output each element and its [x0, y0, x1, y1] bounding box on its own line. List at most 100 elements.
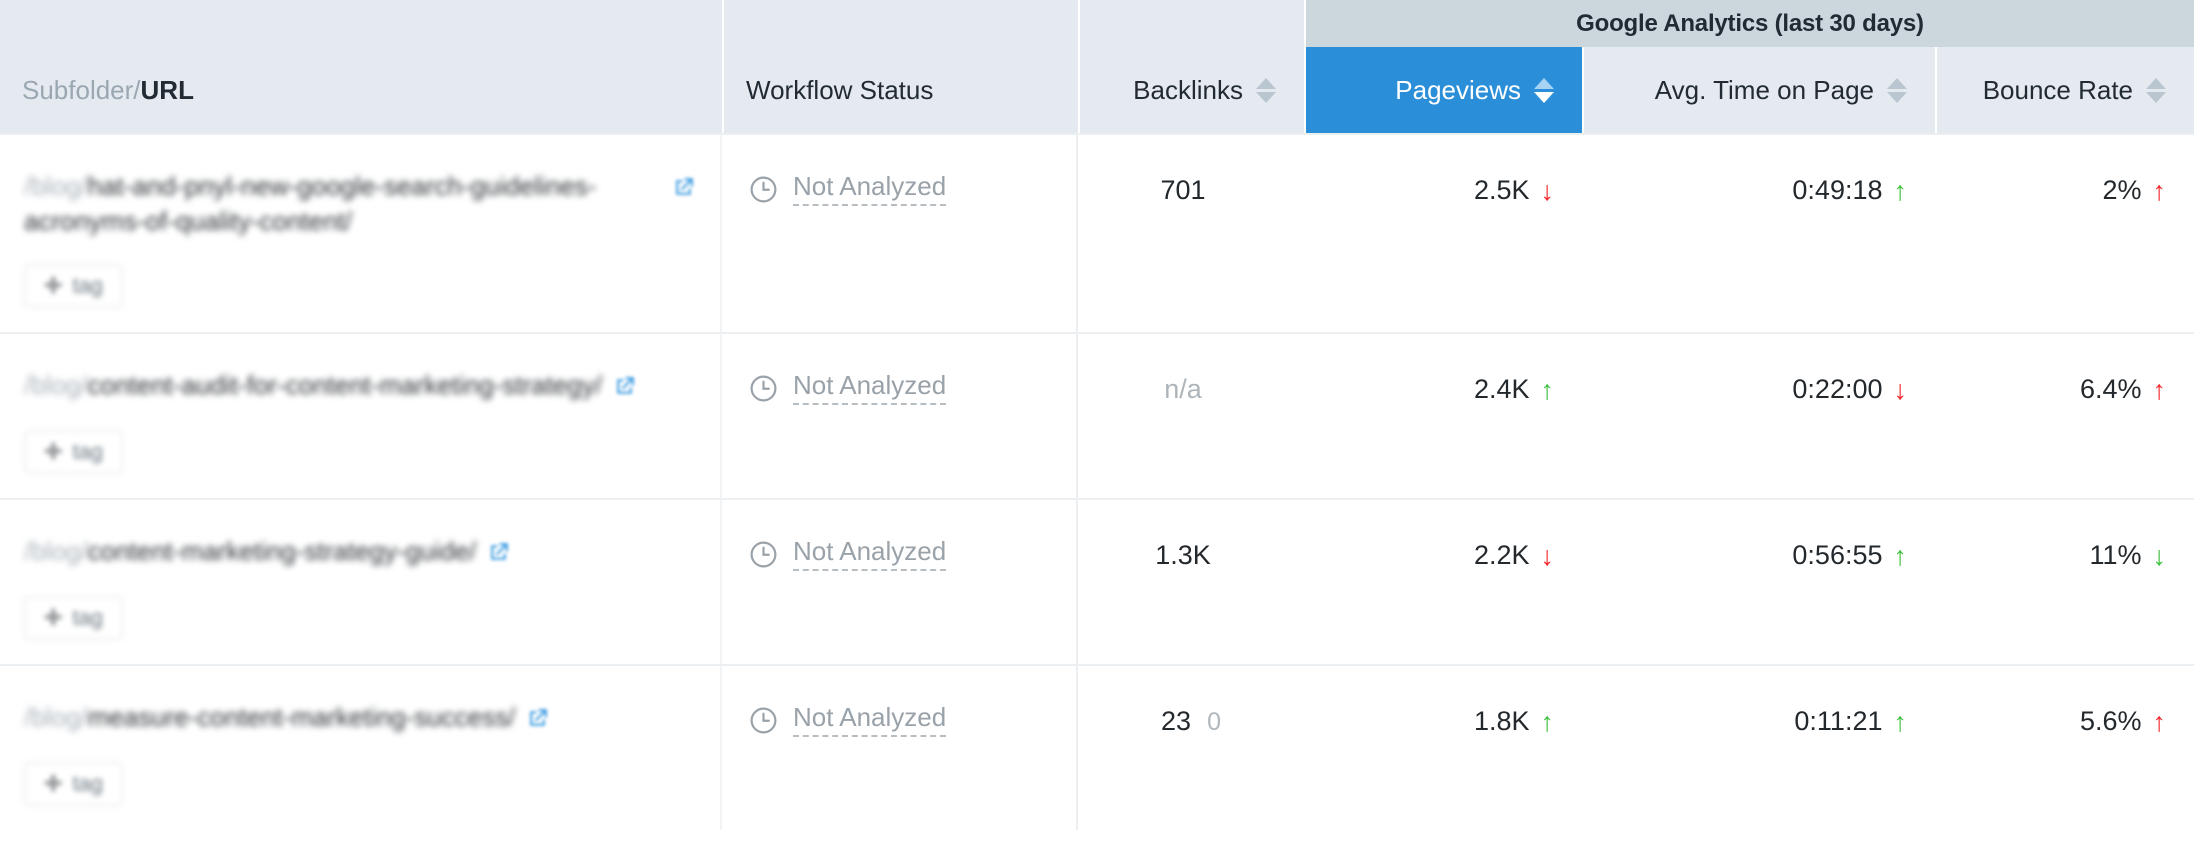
- backlinks-value: n/a: [1164, 374, 1202, 405]
- page-url[interactable]: /blog/hat-and-pnyl-new-google-search-gui…: [24, 169, 661, 238]
- table-row[interactable]: /blog/content-marketing-strategy-guide/ …: [0, 498, 2194, 664]
- bounce-rate-value: 11%: [2089, 540, 2141, 571]
- url-prefix: /blog/: [24, 171, 88, 201]
- url-prefix: /blog/: [24, 370, 88, 400]
- avg-time-value-wrap: 0:56:55 ↑: [1792, 540, 1907, 571]
- pageviews-cell: 2.5K ↓: [1304, 133, 1582, 332]
- backlinks-value-wrap: 701: [1160, 175, 1221, 206]
- pages-metrics-table: Google Analytics (last 30 days) Subfolde…: [0, 0, 2194, 830]
- workflow-status-label: Not Analyzed: [793, 704, 946, 737]
- pageviews-cell: 2.2K ↓: [1304, 498, 1582, 664]
- plus-icon: ✛: [44, 441, 62, 463]
- external-link-icon[interactable]: [612, 374, 637, 404]
- backlinks-value: 1.3K: [1155, 540, 1211, 571]
- sort-asc-arrow-icon: [1887, 78, 1907, 89]
- workflow-status[interactable]: Not Analyzed: [748, 173, 946, 206]
- url-cell: /blog/content-marketing-strategy-guide/ …: [0, 498, 722, 664]
- column-header-bounce-rate[interactable]: Bounce Rate: [1935, 47, 2194, 133]
- avg-time-sort-toggle[interactable]: [1887, 78, 1907, 103]
- bounce-rate-cell: 2% ↑: [1935, 133, 2194, 332]
- url-prefix: /blog/: [24, 702, 88, 732]
- workflow-status-label: Not Analyzed: [793, 173, 946, 206]
- pageviews-value: 2.5K: [1474, 175, 1530, 206]
- table-row[interactable]: /blog/hat-and-pnyl-new-google-search-gui…: [0, 133, 2194, 332]
- avg-time-header-label: Avg. Time on Page: [1655, 75, 1874, 106]
- bounce-rate-cell: 5.6% ↑: [1935, 664, 2194, 830]
- avg-time-trend-arrow-icon: ↑: [1894, 178, 1908, 205]
- sort-desc-arrow-icon: [1534, 92, 1554, 103]
- bounce-rate-trend-arrow-icon: ↑: [2153, 178, 2167, 205]
- backlinks-sort-toggle[interactable]: [1256, 78, 1276, 103]
- sort-asc-arrow-icon: [2146, 78, 2166, 89]
- url-path: content-marketing-strategy-guide/: [88, 536, 477, 566]
- page-url[interactable]: /blog/content-audit-for-content-marketin…: [24, 368, 602, 403]
- clock-icon: [748, 174, 779, 205]
- add-tag-button[interactable]: ✛ tag: [24, 430, 123, 474]
- workflow-status[interactable]: Not Analyzed: [748, 538, 946, 571]
- column-header-pageviews[interactable]: Pageviews: [1304, 47, 1582, 133]
- backlinks-value: 23: [1161, 706, 1191, 737]
- url-link-wrap[interactable]: /blog/content-audit-for-content-marketin…: [24, 368, 696, 404]
- plus-icon: ✛: [44, 275, 62, 297]
- external-link-icon[interactable]: [525, 706, 550, 736]
- avg-time-on-page-cell: 0:56:55 ↑: [1582, 498, 1935, 664]
- url-cell: /blog/hat-and-pnyl-new-google-search-gui…: [0, 133, 722, 332]
- url-path: hat-and-pnyl-new-google-search-guideline…: [24, 171, 596, 236]
- pageviews-trend-arrow-icon: ↑: [1541, 709, 1555, 736]
- page-url[interactable]: /blog/measure-content-marketing-success/: [24, 700, 515, 735]
- google-analytics-group-header: Google Analytics (last 30 days): [1304, 0, 2194, 47]
- pageviews-cell: 1.8K ↑: [1304, 664, 1582, 830]
- url-link-wrap[interactable]: /blog/hat-and-pnyl-new-google-search-gui…: [24, 169, 696, 238]
- pageviews-trend-arrow-icon: ↑: [1541, 377, 1555, 404]
- table-row[interactable]: /blog/measure-content-marketing-success/…: [0, 664, 2194, 830]
- pageviews-value-wrap: 2.5K ↓: [1474, 175, 1554, 206]
- bounce-rate-value-wrap: 5.6% ↑: [2080, 706, 2166, 737]
- avg-time-trend-arrow-icon: ↓: [1894, 377, 1908, 404]
- bounce-rate-value: 6.4%: [2080, 374, 2142, 405]
- workflow-status[interactable]: Not Analyzed: [748, 704, 946, 737]
- workflow-status-header-label: Workflow Status: [746, 75, 933, 106]
- avg-time-trend-arrow-icon: ↑: [1894, 543, 1908, 570]
- site-audit-table-screen: Google Analytics (last 30 days) Subfolde…: [0, 0, 2194, 858]
- bounce-rate-trend-arrow-icon: ↑: [2153, 709, 2167, 736]
- add-tag-label: tag: [72, 275, 103, 297]
- add-tag-button[interactable]: ✛ tag: [24, 596, 123, 640]
- subfolder-url-label: Subfolder/URL: [22, 75, 194, 106]
- backlinks-secondary-value: 0: [1207, 708, 1221, 737]
- column-header-backlinks[interactable]: Backlinks: [1078, 47, 1304, 133]
- url-link-wrap[interactable]: /blog/content-marketing-strategy-guide/: [24, 534, 696, 570]
- column-header-avg-time-on-page[interactable]: Avg. Time on Page: [1582, 47, 1935, 133]
- avg-time-value: 0:56:55: [1792, 540, 1882, 571]
- add-tag-button[interactable]: ✛ tag: [24, 264, 123, 308]
- table-row[interactable]: /blog/content-audit-for-content-marketin…: [0, 332, 2194, 498]
- avg-time-value: 0:22:00: [1792, 374, 1882, 405]
- avg-time-value: 0:49:18: [1792, 175, 1882, 206]
- external-link-icon[interactable]: [671, 175, 696, 205]
- column-header-subfolder-url[interactable]: Subfolder/URL: [0, 47, 722, 133]
- url-link-wrap[interactable]: /blog/measure-content-marketing-success/: [24, 700, 696, 736]
- workflow-status[interactable]: Not Analyzed: [748, 372, 946, 405]
- bounce-rate-sort-toggle[interactable]: [2146, 78, 2166, 103]
- avg-time-value: 0:11:21: [1794, 706, 1882, 737]
- avg-time-value-wrap: 0:49:18 ↑: [1792, 175, 1907, 206]
- bounce-rate-value: 5.6%: [2080, 706, 2142, 737]
- pageviews-sort-toggle[interactable]: [1534, 78, 1554, 103]
- add-tag-button[interactable]: ✛ tag: [24, 762, 123, 806]
- pageviews-value: 2.2K: [1474, 540, 1530, 571]
- bounce-rate-value-wrap: 2% ↑: [2102, 175, 2166, 206]
- bounce-rate-value-wrap: 11% ↓: [2089, 540, 2166, 571]
- pageviews-trend-arrow-icon: ↓: [1541, 178, 1555, 205]
- external-link-icon[interactable]: [486, 540, 511, 570]
- avg-time-value-wrap: 0:22:00 ↓: [1792, 374, 1907, 405]
- sort-desc-arrow-icon: [2146, 92, 2166, 103]
- pageviews-value-wrap: 2.2K ↓: [1474, 540, 1554, 571]
- sort-asc-arrow-icon: [1534, 78, 1554, 89]
- pageviews-value: 1.8K: [1474, 706, 1530, 737]
- workflow-status-cell: Not Analyzed: [722, 332, 1078, 498]
- backlinks-value-wrap: n/a: [1164, 374, 1218, 405]
- clock-icon: [748, 373, 779, 404]
- column-header-workflow-status[interactable]: Workflow Status: [722, 47, 1078, 133]
- plus-icon: ✛: [44, 773, 62, 795]
- url-cell: /blog/measure-content-marketing-success/…: [0, 664, 722, 830]
- page-url[interactable]: /blog/content-marketing-strategy-guide/: [24, 534, 476, 569]
